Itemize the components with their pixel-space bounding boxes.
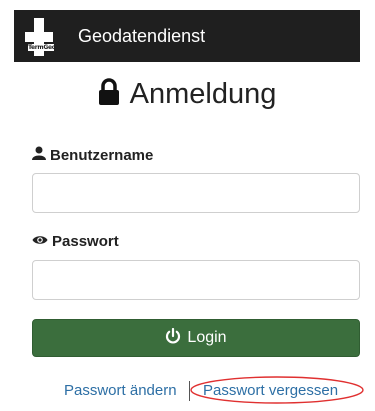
username-input[interactable] xyxy=(32,173,360,213)
logo-text: TermGeo xyxy=(28,44,56,51)
brand-title[interactable]: Geodatendienst xyxy=(78,26,205,47)
password-input[interactable] xyxy=(32,260,360,300)
password-links: Passwort ändern Passwort vergessen xyxy=(0,375,375,405)
login-button-label: Login xyxy=(187,329,227,346)
change-password-link[interactable]: Passwort ändern xyxy=(64,382,177,399)
password-label: Passwort xyxy=(32,233,119,250)
eye-icon xyxy=(32,233,48,250)
username-label: Benutzername xyxy=(32,146,153,164)
highlight-annotation xyxy=(190,376,364,404)
lock-icon xyxy=(98,78,120,110)
termgeo-logo[interactable]: TermGeo xyxy=(22,12,62,60)
login-heading: Anmeldung xyxy=(14,74,360,114)
power-icon xyxy=(165,327,181,349)
username-label-text: Benutzername xyxy=(50,146,154,164)
user-icon xyxy=(32,146,46,164)
password-label-text: Passwort xyxy=(52,233,119,250)
page-title: Anmeldung xyxy=(129,77,277,110)
login-button[interactable]: Login xyxy=(32,319,360,357)
navbar: TermGeo Geodatendienst xyxy=(14,10,360,62)
